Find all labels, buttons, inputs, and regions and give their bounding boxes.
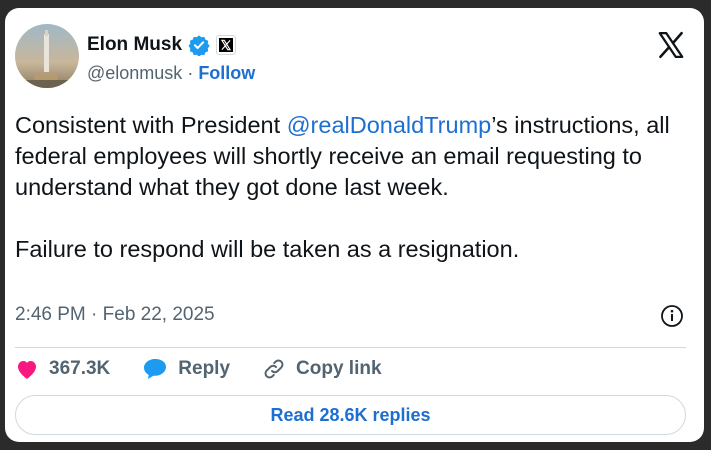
x-affiliation-badge	[216, 35, 237, 55]
x-badge-icon	[219, 38, 234, 52]
handle-separator: ·	[182, 63, 199, 83]
link-icon	[264, 359, 284, 379]
mention-link[interactable]: @realDonaldTrump	[287, 112, 492, 138]
heart-icon	[18, 361, 36, 379]
copy-link-button[interactable]: Copy link	[262, 357, 382, 381]
tweet-paragraph-1: Consistent with President @realDonaldTru…	[15, 110, 675, 203]
avatar-rocket-image	[15, 24, 79, 88]
avatar[interactable]	[15, 24, 79, 88]
reply-bubble-icon	[144, 359, 167, 379]
reply-label: Reply	[178, 358, 231, 379]
author-name[interactable]: Elon Musk	[87, 34, 182, 56]
tweet-text: Consistent with President @realDonaldTru…	[15, 110, 675, 265]
x-logo-icon[interactable]	[656, 30, 686, 60]
like-button[interactable]: 367.3K	[15, 358, 110, 380]
follow-button[interactable]: Follow	[198, 63, 255, 83]
reply-button[interactable]: Reply	[142, 357, 230, 381]
author-handle-row: @elonmusk · Follow	[87, 63, 255, 84]
tweet-card: Elon Musk @elonmusk · Follow Consistent …	[5, 8, 704, 442]
author-name-row: Elon Musk	[87, 34, 237, 56]
action-bar: 367.3K Reply Copy link	[15, 357, 414, 381]
divider	[15, 347, 686, 348]
info-icon[interactable]	[660, 304, 684, 328]
like-count: 367.3K	[49, 358, 111, 379]
tweet-text-lead: Consistent with President	[15, 112, 287, 138]
tweet-timestamp[interactable]: 2:46 PM · Feb 22, 2025	[15, 304, 215, 326]
read-replies-button[interactable]: Read 28.6K replies	[15, 395, 686, 435]
tweet-paragraph-2: Failure to respond will be taken as a re…	[15, 236, 520, 262]
copy-link-label: Copy link	[296, 358, 382, 379]
author-handle[interactable]: @elonmusk	[87, 63, 182, 83]
verified-badge-icon	[188, 35, 210, 56]
